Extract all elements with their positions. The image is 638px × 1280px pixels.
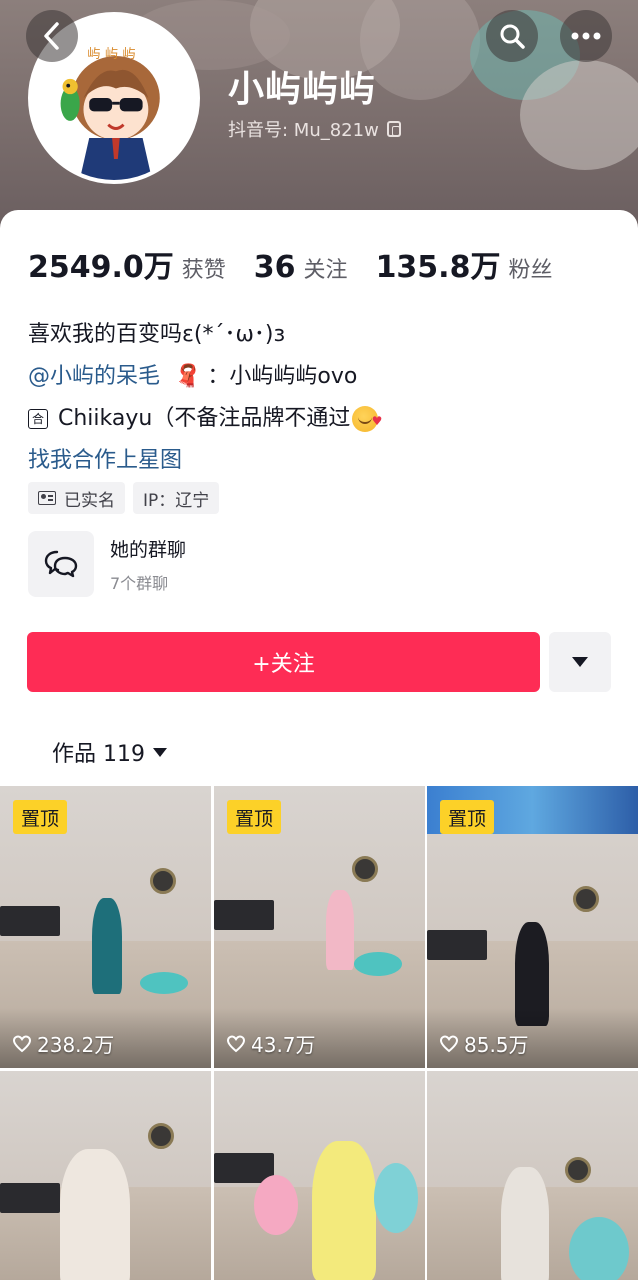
dancer-figure (326, 890, 354, 970)
mention-link[interactable]: @小屿的呆毛 (28, 356, 160, 398)
more-actions-dropdown[interactable] (549, 632, 611, 692)
tv-shape (0, 906, 60, 936)
profile-tags: 已实名 IP：辽宁 (28, 482, 220, 514)
id-card-icon (38, 491, 56, 505)
group-chat-entry[interactable]: 她的群聊 7个群聊 (28, 530, 608, 598)
plush-toy (569, 1217, 629, 1280)
like-count-text: 238.2万 (37, 1033, 115, 1057)
stat-label: 获赞 (181, 258, 226, 283)
group-chat-count: 7个群聊 (110, 573, 169, 593)
back-button[interactable] (26, 10, 78, 62)
group-chat-title: 她的群聊 (110, 538, 187, 561)
star-map-link[interactable]: 找我合作上星图 (28, 440, 378, 482)
bio-text: ：小屿屿屿ovo (207, 364, 358, 389)
search-button[interactable] (486, 10, 538, 62)
dancer-figure (92, 898, 122, 994)
plush-toy (254, 1175, 298, 1235)
douyin-id-text: 抖音号: Mu_821w (228, 120, 379, 141)
group-chat-icon-box (28, 531, 94, 597)
wall-clock (565, 1157, 591, 1183)
caret-down-icon (153, 747, 167, 757)
douyin-id[interactable]: 抖音号: Mu_821w (228, 116, 401, 142)
heart-icon (226, 1034, 246, 1052)
stat-label: 关注 (303, 258, 348, 283)
tv-shape (0, 1183, 60, 1213)
scarf-icon: 🧣 (174, 364, 202, 389)
like-count-text: 43.7万 (251, 1033, 316, 1057)
heart-icon (12, 1034, 32, 1052)
wall-clock (150, 868, 176, 894)
plush-toy (354, 952, 402, 976)
video-thumbnail[interactable]: 置顶 238.2万 (0, 786, 211, 1068)
stat-number: 135.8万 (375, 250, 501, 285)
plush-toy (374, 1163, 418, 1233)
collab-icon: 合 (28, 409, 48, 429)
dancer-figure (312, 1141, 376, 1280)
video-thumbnail[interactable]: 置顶 43.7万 (214, 786, 425, 1068)
heart-icon (439, 1034, 459, 1052)
profile-nickname: 小屿屿屿 (228, 69, 377, 110)
pinned-badge: 置顶 (13, 800, 68, 834)
tag-label: 已实名 (64, 490, 115, 511)
tab-works-label: 作品 119 (52, 742, 145, 767)
back-icon (44, 22, 59, 50)
video-like-count: 238.2万 (12, 1029, 114, 1058)
verified-tag: 已实名 (28, 482, 125, 514)
plush-toy (140, 972, 188, 994)
bio-line: 喜欢我的百变吗ε(*´･ω･)з (28, 322, 286, 347)
wall-clock (148, 1123, 174, 1149)
like-count-text: 85.5万 (464, 1033, 529, 1057)
stat-followers[interactable]: 135.8万 粉丝 (376, 242, 553, 286)
more-button[interactable] (560, 10, 612, 62)
smiling-face-icon (352, 400, 382, 442)
tag-label: IP：辽宁 (143, 490, 210, 511)
tv-shape (214, 900, 274, 930)
stat-following[interactable]: 36 关注 (254, 250, 348, 285)
video-thumbnail[interactable] (214, 1071, 425, 1280)
ip-location-tag: IP：辽宁 (133, 482, 220, 514)
banner-illustration (360, 0, 480, 100)
dancer-figure (60, 1149, 130, 1280)
video-like-count: 43.7万 (226, 1029, 316, 1058)
video-thumbnail[interactable] (0, 1071, 211, 1280)
follow-button[interactable]: +关注 (27, 632, 540, 692)
group-chat-text: 她的群聊 7个群聊 (110, 535, 186, 594)
chat-bubbles-icon (44, 550, 78, 578)
bio-line: @小屿的呆毛 🧣 ：小屿屿屿ovo (28, 356, 378, 398)
video-like-count: 85.5万 (439, 1029, 529, 1058)
profile-stats: 2549.0万 获赞 36 关注 135.8万 粉丝 (28, 242, 580, 286)
video-thumbnail[interactable]: 置顶 85.5万 (427, 786, 638, 1068)
dancer-figure (501, 1167, 549, 1280)
wall-clock (352, 856, 378, 882)
bio-line: 合 Chiikayu（不备注品牌不通过 (28, 398, 382, 442)
profile-bio: 喜欢我的百变吗ε(*´･ω･)з @小屿的呆毛 🧣 ：小屿屿屿ovo 合 Chi… (28, 314, 382, 482)
more-icon (571, 32, 601, 40)
tv-shape (427, 930, 487, 960)
bio-text: Chiikayu（不备注品牌不通过 (58, 406, 351, 431)
pinned-badge: 置顶 (440, 800, 495, 834)
search-icon (500, 24, 525, 49)
stat-likes[interactable]: 2549.0万 获赞 (28, 242, 226, 286)
svg-text:屿 屿 屿: 屿 屿 屿 (87, 46, 135, 62)
pinned-badge: 置顶 (227, 800, 282, 834)
caret-down-icon (572, 657, 588, 667)
wall-clock (573, 886, 599, 912)
tab-works[interactable]: 作品 119 (52, 736, 167, 768)
stat-label: 粉丝 (508, 258, 553, 283)
banner-illustration (520, 60, 638, 170)
video-thumbnail[interactable] (427, 1071, 638, 1280)
stat-number: 36 (253, 250, 296, 285)
copy-icon[interactable] (386, 121, 401, 137)
stat-number: 2549.0万 (28, 250, 174, 285)
